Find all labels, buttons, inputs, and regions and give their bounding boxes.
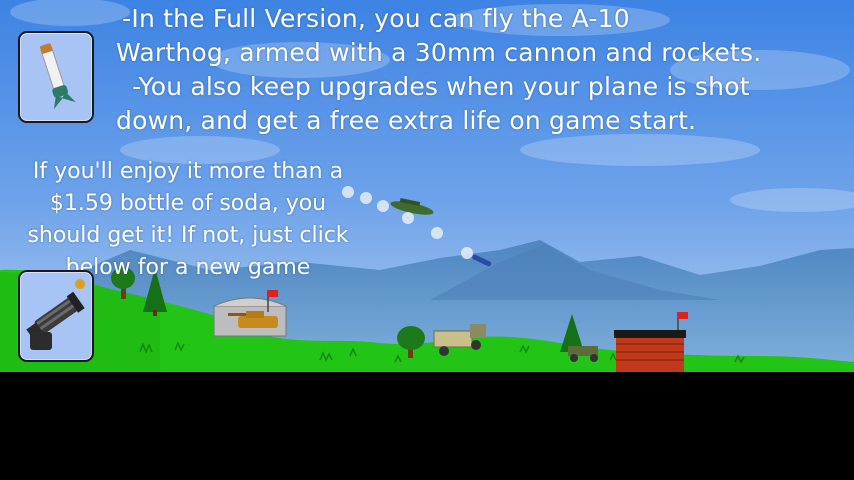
promo-line-4: down, and get a free extra life on game … [116,106,697,135]
bottom-black-bar [0,372,854,480]
promo-line-2: Warthog, armed with a 30mm cannon and ro… [116,38,762,67]
pitch-line-3: should get it! If not, just click [27,223,349,248]
gatling-gun-icon [26,279,85,350]
promo-line-3: -You also keep upgrades when your plane … [116,72,750,101]
gatling-gun-button[interactable] [18,270,94,362]
pitch-line-1: If you'll enjoy it more than a [32,159,344,184]
pitch-line-2: $1.59 bottle of soda, you [49,191,327,216]
promo-line-1: -In the Full Version, you can fly the A-… [114,4,630,33]
rocket-weapon-button[interactable] [18,31,94,123]
rocket-missile-icon [39,43,76,110]
